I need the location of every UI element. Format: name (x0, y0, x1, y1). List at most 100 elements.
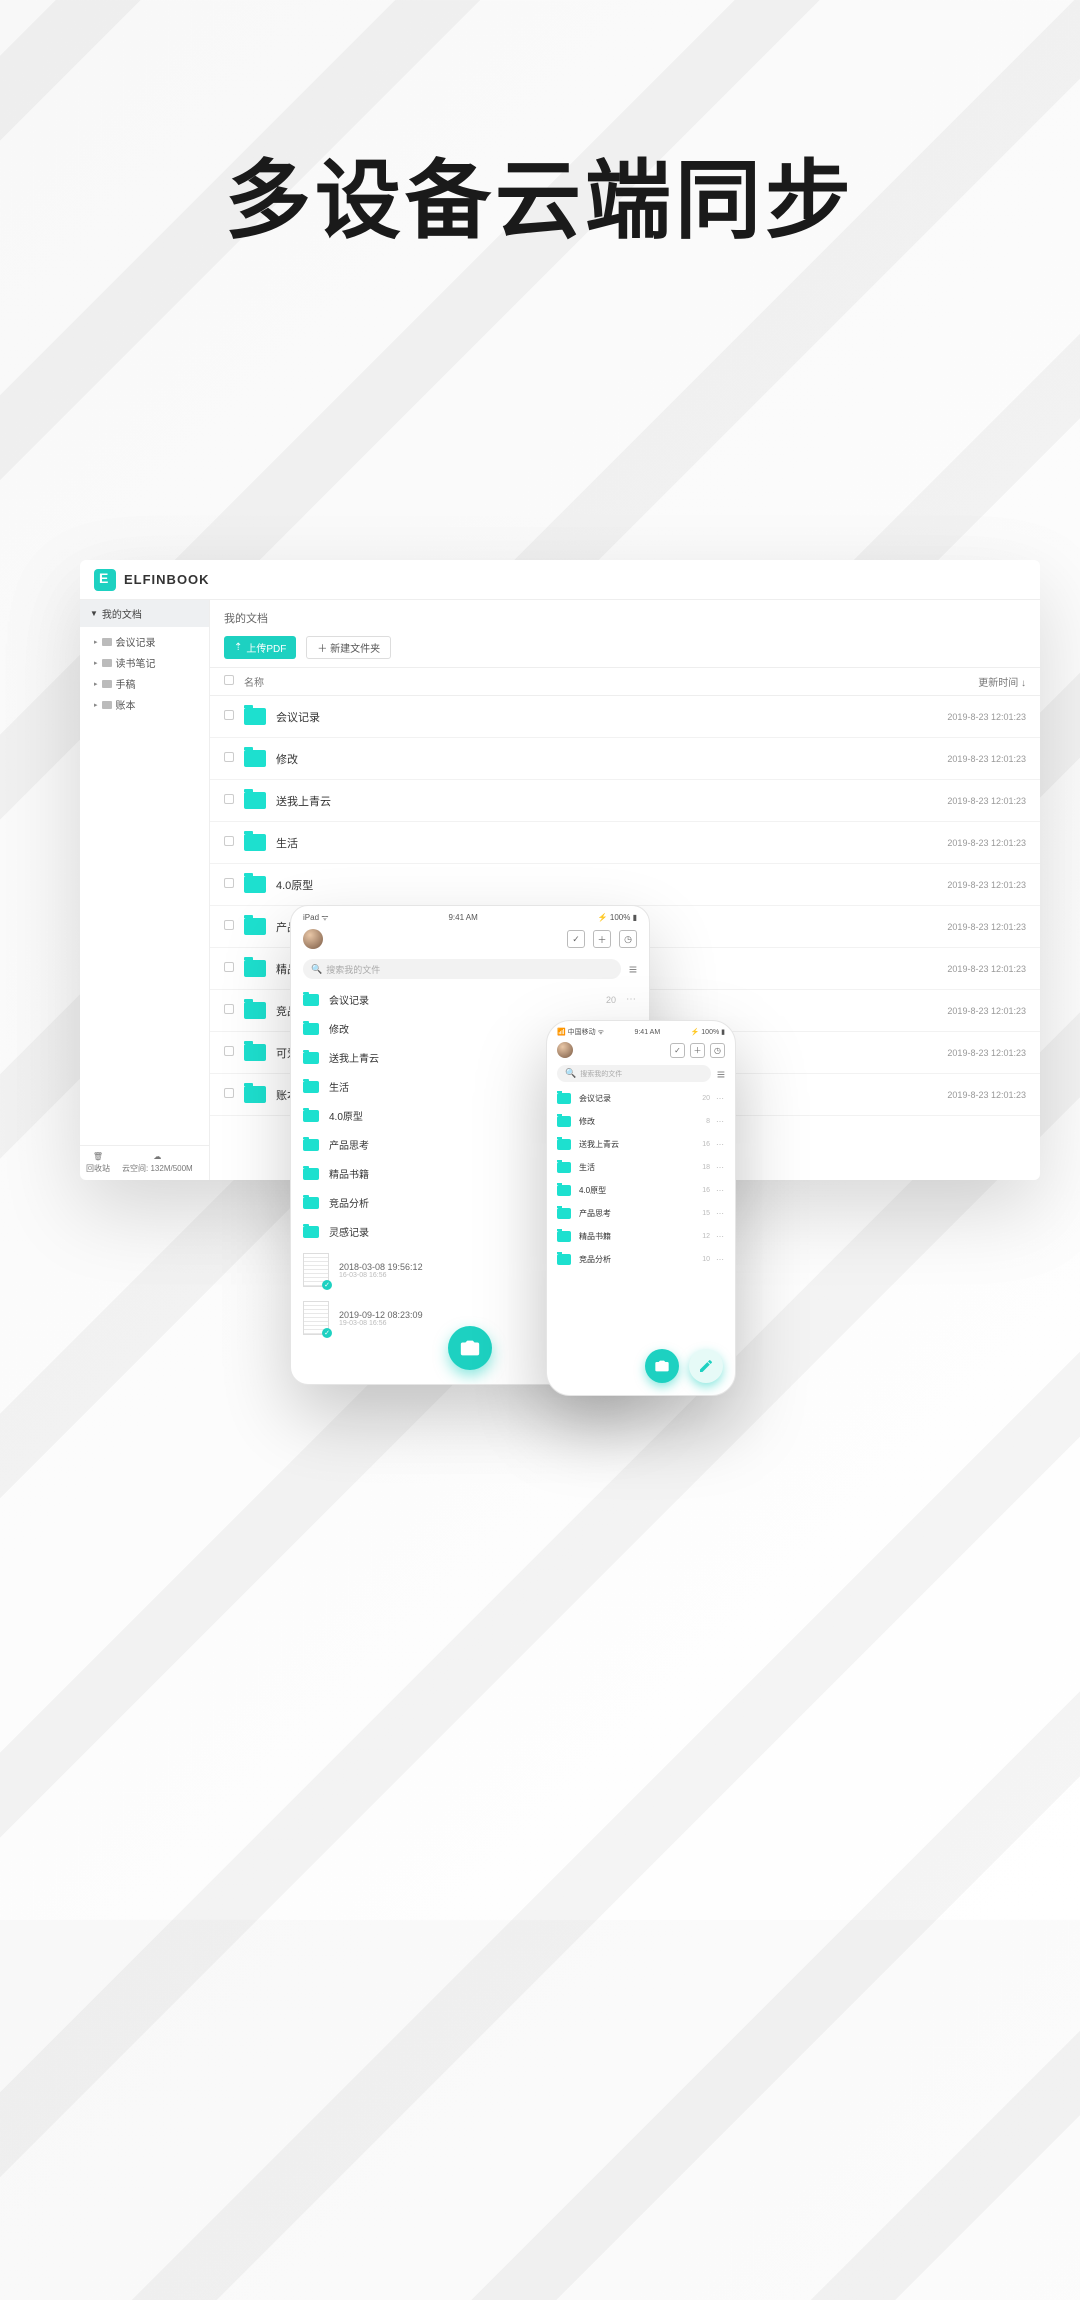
folder-icon (303, 1197, 319, 1209)
list-item[interactable]: 修改 8 ⋯ (557, 1110, 725, 1133)
column-name[interactable]: 名称 (244, 674, 978, 689)
more-icon[interactable]: ⋯ (716, 1140, 725, 1149)
add-icon[interactable]: ＋ (690, 1043, 705, 1058)
folder-icon (557, 1139, 571, 1150)
desktop-header: ELFINBOOK (80, 560, 1040, 600)
row-checkbox[interactable] (224, 752, 234, 762)
sidebar-item[interactable]: ▸读书笔记 (94, 652, 209, 673)
tablet-top-bar: ✓ ＋ ◷ (291, 925, 649, 955)
item-name: 精品书籍 (579, 1231, 702, 1242)
storage-indicator: ☁ 云空间: 132M/500M (122, 1152, 193, 1174)
folder-icon (244, 1002, 266, 1019)
desktop-sidebar: ▼ 我的文档 ▸会议记录 ▸读书笔记 ▸手稿 ▸账本 🗑 回收站 ☁ 云空间: … (80, 600, 210, 1180)
more-icon[interactable]: ⋯ (716, 1117, 725, 1126)
row-checkbox[interactable] (224, 836, 234, 846)
item-name: 修改 (579, 1116, 706, 1127)
row-name: 生活 (276, 835, 947, 851)
edit-fab-button[interactable] (689, 1349, 723, 1383)
camera-fab-button[interactable] (448, 1326, 492, 1370)
row-checkbox[interactable] (224, 794, 234, 804)
item-count: 10 (702, 1256, 710, 1263)
avatar[interactable] (557, 1042, 573, 1058)
folder-icon (303, 1023, 319, 1035)
check-icon[interactable]: ✓ (670, 1043, 685, 1058)
table-row[interactable]: 生活 2019-8-23 12:01:23 (210, 822, 1040, 864)
document-thumb-icon (303, 1301, 329, 1335)
table-row[interactable]: 送我上青云 2019-8-23 12:01:23 (210, 780, 1040, 822)
more-icon[interactable]: ⋯ (716, 1186, 725, 1195)
new-folder-button[interactable]: ＋ 新建文件夹 (306, 636, 391, 659)
upload-label: 上传PDF (246, 640, 286, 655)
avatar[interactable] (303, 929, 323, 949)
more-icon[interactable]: ⋯ (626, 994, 637, 1005)
row-date: 2019-8-23 12:01:23 (947, 796, 1026, 806)
upload-icon: ⇡ (234, 642, 242, 653)
menu-icon[interactable]: ≡ (629, 961, 637, 977)
folder-icon (244, 1044, 266, 1061)
search-icon: 🔍 (565, 1068, 576, 1079)
add-icon[interactable]: ＋ (593, 930, 611, 948)
item-count: 15 (702, 1210, 710, 1217)
table-row[interactable]: 修改 2019-8-23 12:01:23 (210, 738, 1040, 780)
item-name: 竞品分析 (579, 1254, 702, 1265)
row-checkbox[interactable] (224, 1046, 234, 1056)
camera-fab-button[interactable] (645, 1349, 679, 1383)
row-checkbox[interactable] (224, 1004, 234, 1014)
search-placeholder: 搜索我的文件 (326, 963, 380, 976)
status-battery: ⚡ 100% ▮ (598, 913, 637, 922)
item-name: 送我上青云 (579, 1139, 702, 1150)
camera-icon (459, 1337, 481, 1359)
list-item[interactable]: 生活 18 ⋯ (557, 1156, 725, 1179)
more-icon[interactable]: ⋯ (716, 1163, 725, 1172)
sidebar-item[interactable]: ▸ 手稿 (94, 673, 209, 694)
phone-search-bar: 🔍 搜索我的文件 ≡ (547, 1062, 735, 1087)
more-icon[interactable]: ⋯ (716, 1232, 725, 1241)
list-item[interactable]: 竞品分析 10 ⋯ (557, 1248, 725, 1271)
history-icon[interactable]: ◷ (710, 1043, 725, 1058)
caret-right-icon: ▸ (94, 680, 98, 688)
row-checkbox[interactable] (224, 878, 234, 888)
more-icon[interactable]: ⋯ (716, 1094, 725, 1103)
list-item[interactable]: 送我上青云 16 ⋯ (557, 1133, 725, 1156)
row-checkbox[interactable] (224, 710, 234, 720)
folder-icon (102, 638, 112, 646)
trash-button[interactable]: 🗑 回收站 (86, 1152, 110, 1174)
sidebar-item-label: 手稿 (116, 676, 136, 691)
folder-icon (303, 994, 319, 1006)
caret-right-icon: ▸ (94, 701, 98, 709)
check-icon[interactable]: ✓ (567, 930, 585, 948)
history-icon[interactable]: ◷ (619, 930, 637, 948)
sidebar-root[interactable]: ▼ 我的文档 (80, 600, 209, 627)
more-icon[interactable]: ⋯ (716, 1209, 725, 1218)
sidebar-item-label: 会议记录 (116, 634, 156, 649)
column-date[interactable]: 更新时间 ↓ (978, 674, 1026, 689)
table-row[interactable]: 4.0原型 2019-8-23 12:01:23 (210, 864, 1040, 906)
phone-top-bar: ✓ ＋ ◷ (547, 1039, 735, 1062)
list-item[interactable]: 产品思考 15 ⋯ (557, 1202, 725, 1225)
list-item[interactable]: 会议记录 20 ⋯ (303, 985, 637, 1014)
list-item[interactable]: 会议记录 20 ⋯ (557, 1087, 725, 1110)
storage-label: 云空间: (122, 1164, 148, 1173)
table-row[interactable]: 会议记录 2019-8-23 12:01:23 (210, 696, 1040, 738)
select-all-checkbox[interactable] (224, 675, 234, 685)
row-checkbox[interactable] (224, 1088, 234, 1098)
breadcrumb: 我的文档 (210, 600, 1040, 632)
sidebar-item[interactable]: ▸会议记录 (94, 631, 209, 652)
list-item[interactable]: 4.0原型 16 ⋯ (557, 1179, 725, 1202)
row-checkbox[interactable] (224, 920, 234, 930)
folder-icon (244, 792, 266, 809)
status-left: iPad ᯤ (303, 912, 329, 923)
document-thumb-icon (303, 1253, 329, 1287)
sidebar-item[interactable]: ▸账本 (94, 694, 209, 715)
upload-pdf-button[interactable]: ⇡ 上传PDF (224, 636, 296, 659)
menu-icon[interactable]: ≡ (717, 1066, 725, 1082)
search-input[interactable]: 🔍 搜索我的文件 (557, 1065, 711, 1082)
caret-down-icon: ▼ (90, 609, 98, 618)
row-checkbox[interactable] (224, 962, 234, 972)
more-icon[interactable]: ⋯ (716, 1255, 725, 1264)
row-date: 2019-8-23 12:01:23 (947, 964, 1026, 974)
search-input[interactable]: 🔍 搜索我的文件 (303, 959, 621, 979)
camera-icon (654, 1358, 670, 1374)
item-count: 16 (702, 1187, 710, 1194)
list-item[interactable]: 精品书籍 12 ⋯ (557, 1225, 725, 1248)
